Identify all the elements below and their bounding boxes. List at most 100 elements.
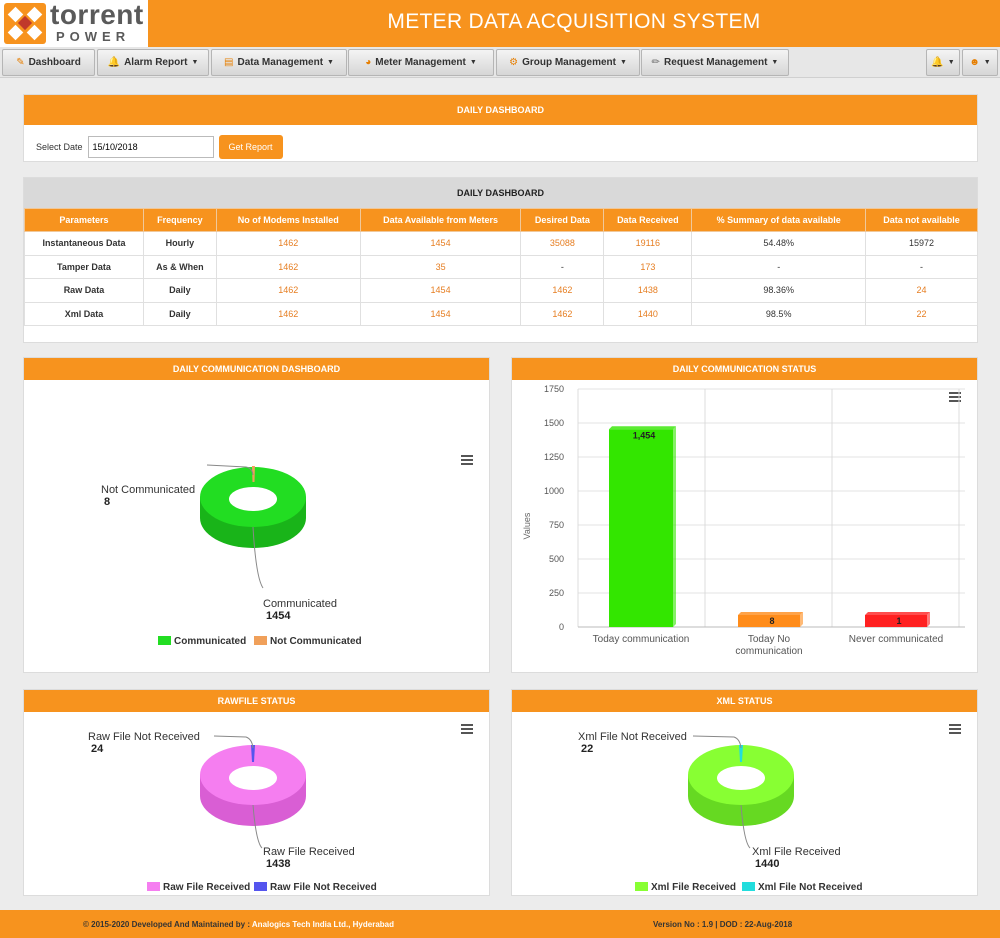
panel-title: DAILY DASHBOARD — [24, 178, 977, 208]
column-header: Data not available — [865, 208, 978, 232]
panel-title: RAWFILE STATUS — [24, 690, 489, 712]
cell-link[interactable]: 1462 — [215, 301, 361, 326]
label-raw-not-received: Raw File Not Received — [88, 731, 200, 743]
table-row: Raw Data Daily 1462 1454 1462 1438 98.36… — [24, 278, 978, 303]
bar-top — [738, 612, 803, 615]
database-icon: ▤ — [224, 57, 234, 68]
torrent-power-logo[interactable]: torrent POWER — [0, 0, 148, 47]
donut-hole — [229, 487, 277, 511]
cell-link[interactable]: 1462 — [215, 278, 361, 303]
nav-data-management-button[interactable]: ▤ Data Management ▼ — [211, 49, 347, 76]
legend-not-communicated[interactable]: Not Communicated — [270, 636, 362, 647]
hamburger-menu-icon[interactable] — [461, 724, 473, 734]
legend-swatch-received — [147, 882, 160, 891]
legend-xml-not-received[interactable]: Xml File Not Received — [758, 882, 862, 893]
cell-link[interactable]: 1462 — [215, 231, 361, 256]
legend-communicated[interactable]: Communicated — [174, 636, 246, 647]
cell-parameter: Tamper Data — [24, 254, 144, 279]
caret-down-icon: ▼ — [619, 59, 627, 66]
rawfile-donut-chart: Raw File Not Received 24 Raw File Receiv… — [88, 724, 473, 893]
cell-link[interactable]: 35 — [359, 254, 522, 279]
user-menu-button[interactable]: ☻ ▼ — [962, 49, 998, 76]
data-label: 8 — [769, 616, 774, 626]
bar-top — [865, 612, 930, 615]
cell-link[interactable]: 1454 — [359, 301, 522, 326]
value-raw-not-received: 24 — [91, 743, 104, 755]
nav-meter-management-button[interactable]: ◕ Meter Management ▼ — [348, 49, 494, 76]
x-tick-label: Today communication — [593, 634, 690, 645]
legend-raw-received[interactable]: Raw File Received — [163, 882, 250, 893]
data-label: 1 — [896, 616, 901, 626]
cell-value: 54.48% — [691, 231, 867, 256]
hamburger-menu-icon[interactable] — [949, 724, 961, 734]
y-tick-label: 250 — [549, 588, 564, 598]
panel-title: DAILY COMMUNICATION DASHBOARD — [24, 358, 489, 380]
y-tick-label: 1250 — [544, 452, 564, 462]
pencil-icon: ✏ — [651, 57, 661, 68]
nav-request-management-button[interactable]: ✏ Request Management ▼ — [641, 49, 789, 76]
table-row: Tamper Data As & When 1462 35 - 173 - - — [24, 254, 978, 279]
nav-group-management-button[interactable]: ⚙ Group Management ▼ — [496, 49, 640, 76]
company-link[interactable]: Analogics Tech India Ltd., Hyderabad — [252, 920, 394, 929]
date-input[interactable] — [87, 136, 214, 158]
cell-value: - — [865, 254, 978, 279]
caret-down-icon: ▼ — [947, 59, 955, 66]
value-xml-not-received: 22 — [581, 743, 593, 755]
cell-link[interactable]: 1454 — [359, 231, 522, 256]
nav-alarm-report-button[interactable]: 🔔 Alarm Report ▼ — [97, 49, 209, 76]
legend-raw-not-received[interactable]: Raw File Not Received — [270, 882, 377, 893]
comm-status-bar-chart: Values 0 250 500 750 1000 1250 1500 1750… — [522, 384, 965, 657]
cell-link[interactable]: 24 — [865, 278, 978, 303]
cell-link[interactable]: 1462 — [215, 254, 361, 279]
cell-parameter: Raw Data — [24, 278, 144, 303]
legend-swatch-not-received — [742, 882, 755, 891]
cell-link[interactable]: 19116 — [603, 231, 693, 256]
cell-value: - — [520, 254, 605, 279]
edit-icon: ✎ — [16, 57, 25, 68]
nav-dashboard-button[interactable]: ✎ Dashboard — [2, 49, 95, 76]
caret-down-icon: ▼ — [191, 59, 199, 66]
cell-frequency: Hourly — [142, 231, 217, 256]
column-header: No of Modems Installed — [215, 208, 361, 232]
cell-parameter: Xml Data — [24, 301, 144, 326]
label-communicated: Communicated — [263, 598, 337, 610]
cell-link[interactable]: 1462 — [520, 278, 605, 303]
cell-link[interactable]: 22 — [865, 301, 978, 326]
column-header: % Summary of data available — [691, 208, 867, 232]
value-communicated: 1454 — [266, 610, 291, 622]
bar-side — [673, 426, 676, 627]
select-date-label: Select Date — [36, 142, 83, 152]
x-tick-label: communication — [735, 646, 802, 657]
table-header-row: Parameters Frequency No of Modems Instal… — [24, 208, 978, 232]
rawfile-status-panel: RAWFILE STATUS Raw File Not Received 24 … — [23, 689, 490, 896]
cell-link[interactable]: 1440 — [603, 301, 693, 326]
xml-status-panel: XML STATUS Xml File Not Received 22 Xml … — [511, 689, 978, 896]
nav-request-management-label: Request Management — [664, 57, 768, 68]
caret-down-icon: ▼ — [771, 59, 779, 66]
table-row: Xml Data Daily 1462 1454 1462 1440 98.5%… — [24, 301, 978, 326]
value-raw-received: 1438 — [266, 858, 290, 870]
cell-value: 98.36% — [691, 278, 867, 303]
footer-copyright: © 2015-2020 Developed And Maintained by … — [83, 920, 394, 929]
legend-xml-received[interactable]: Xml File Received — [651, 882, 736, 893]
cell-link[interactable]: 35088 — [520, 231, 605, 256]
hamburger-menu-icon[interactable] — [461, 455, 473, 465]
cell-link[interactable]: 1438 — [603, 278, 693, 303]
daily-dashboard-table-panel: DAILY DASHBOARD Parameters Frequency No … — [23, 177, 978, 343]
comm-dashboard-panel: DAILY COMMUNICATION DASHBOARD Not Commun… — [23, 357, 490, 673]
legend-swatch-received — [635, 882, 648, 891]
get-report-button[interactable]: Get Report — [218, 135, 283, 159]
app-title: METER DATA ACQUISITION SYSTEM — [387, 10, 761, 33]
copyright-text: © 2015-2020 Developed And Maintained by … — [83, 920, 252, 929]
notifications-button[interactable]: 🔔 ▼ — [926, 49, 960, 76]
cell-frequency: As & When — [142, 254, 217, 279]
panel-title: DAILY COMMUNICATION STATUS — [512, 358, 977, 380]
cogs-icon: ⚙ — [509, 57, 519, 68]
comm-status-panel: DAILY COMMUNICATION STATUS Values 0 250 … — [511, 357, 978, 673]
table-row: Instantaneous Data Hourly 1462 1454 3508… — [24, 231, 978, 256]
caret-down-icon: ▼ — [983, 59, 991, 66]
cell-link[interactable]: 1454 — [359, 278, 522, 303]
bar-today-communication[interactable] — [609, 426, 676, 627]
cell-link[interactable]: 1462 — [520, 301, 605, 326]
cell-link[interactable]: 173 — [603, 254, 693, 279]
